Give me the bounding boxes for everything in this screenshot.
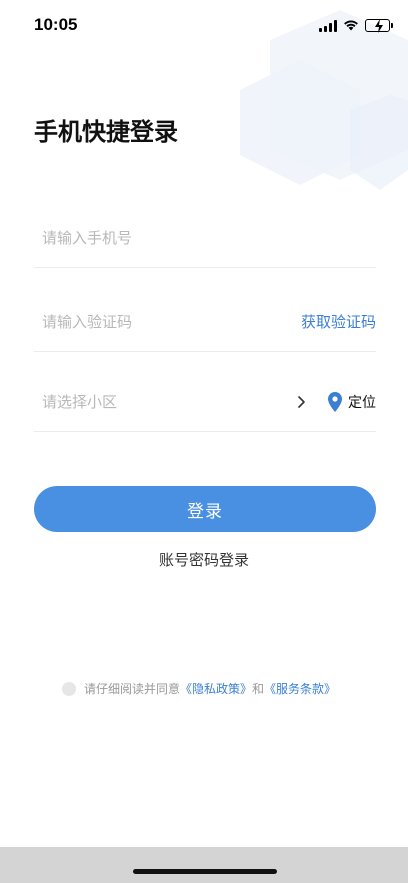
community-select-field[interactable]: 请选择小区 定位 (34, 372, 376, 432)
agreement-prefix: 请仔细阅读并同意 (84, 682, 181, 696)
signal-icon (319, 19, 337, 32)
get-code-button[interactable]: 获取验证码 (301, 311, 376, 332)
phone-input[interactable] (34, 228, 376, 247)
home-indicator-area (0, 847, 408, 883)
page-title: 手机快捷登录 (34, 118, 178, 146)
status-icons (319, 16, 393, 35)
privacy-policy-link[interactable]: 《隐私政策》 (180, 680, 252, 697)
wifi-icon (343, 16, 359, 35)
agreement-row: 请仔细阅读并同意 《隐私政策》 和 《服务条款》 (62, 680, 336, 697)
home-indicator[interactable] (133, 869, 277, 874)
status-bar: 10:05 (0, 0, 408, 52)
account-password-login-link[interactable]: 账号密码登录 (0, 549, 408, 570)
locate-button[interactable]: 定位 (328, 391, 376, 412)
location-pin-icon (328, 391, 342, 412)
agreement-and: 和 (252, 682, 265, 696)
chevron-right-icon (298, 395, 305, 408)
community-select-placeholder[interactable]: 请选择小区 (34, 391, 294, 412)
verification-code-input[interactable] (34, 312, 301, 331)
phone-field (34, 208, 376, 268)
login-button[interactable]: 登录 (34, 486, 376, 532)
battery-icon (365, 18, 393, 33)
locate-label: 定位 (348, 394, 376, 411)
verification-code-field: 获取验证码 (34, 292, 376, 352)
status-time: 10:05 (34, 15, 78, 34)
terms-of-service-link[interactable]: 《服务条款》 (264, 680, 336, 697)
agreement-checkbox[interactable] (62, 681, 76, 696)
